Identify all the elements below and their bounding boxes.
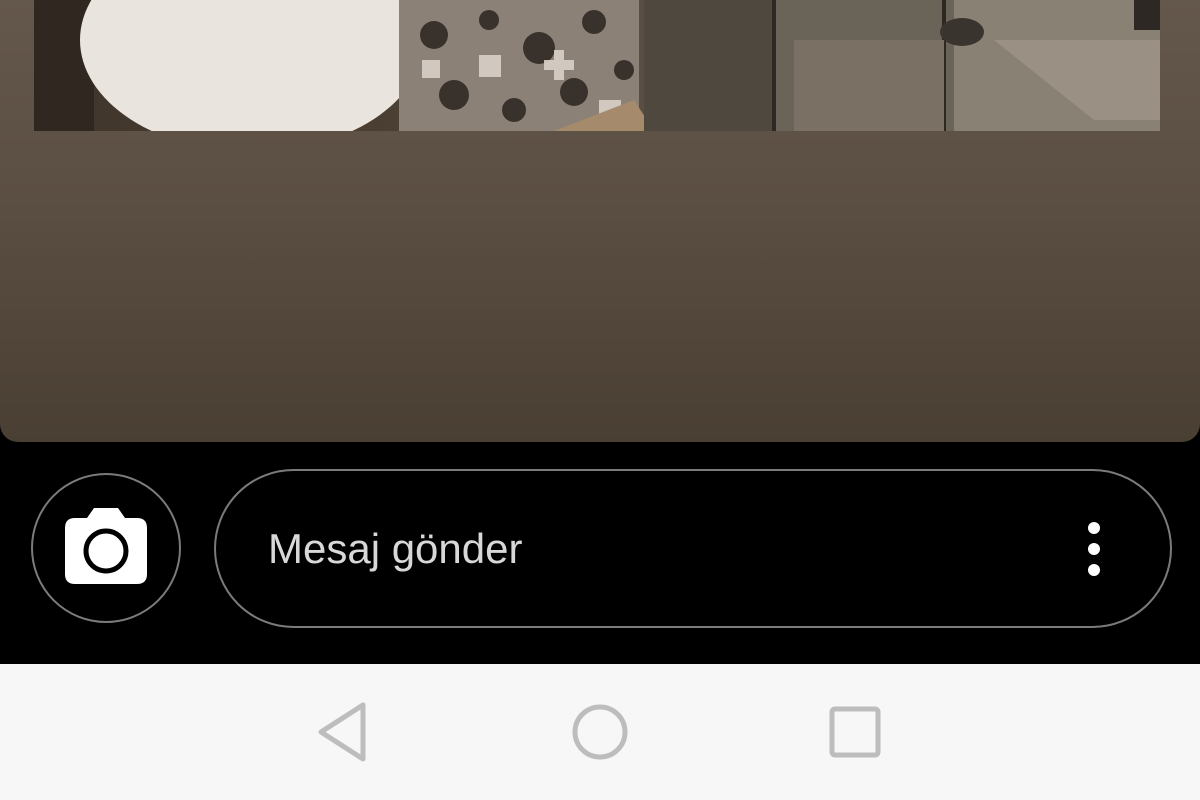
camera-icon: [65, 507, 147, 589]
story-viewer[interactable]: [0, 0, 1200, 442]
recents-square-icon: [828, 705, 882, 764]
nav-recents-button[interactable]: [815, 694, 895, 774]
story-photo: [34, 0, 1160, 131]
camera-button[interactable]: [31, 473, 181, 623]
nav-back-button[interactable]: [303, 694, 383, 774]
home-circle-icon: [570, 702, 630, 767]
message-input[interactable]: [268, 518, 1048, 579]
more-options-button[interactable]: [1074, 514, 1114, 584]
more-vertical-icon: [1088, 521, 1100, 534]
more-vertical-icon-dot: [1088, 563, 1100, 576]
nav-home-button[interactable]: [560, 694, 640, 774]
system-navigation-bar: [0, 664, 1200, 800]
more-vertical-icon-dot: [1088, 542, 1100, 555]
back-triangle-icon: [315, 701, 371, 768]
message-composer[interactable]: [214, 469, 1172, 628]
